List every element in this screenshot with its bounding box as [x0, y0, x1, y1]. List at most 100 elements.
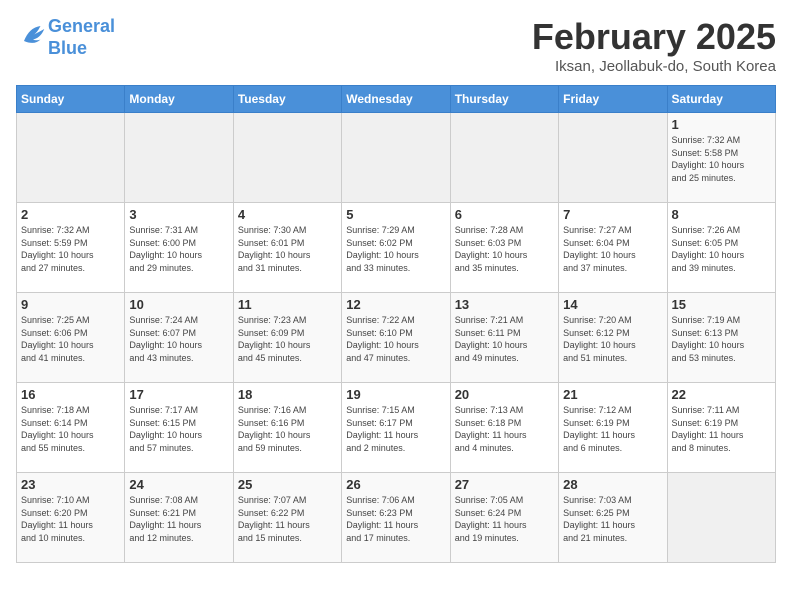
day-cell: 28 Sunrise: 7:03 AM Sunset: 6:25 PM Dayli… — [559, 473, 667, 563]
weekday-header-thursday: Thursday — [450, 86, 558, 113]
day-number: 14 — [563, 297, 662, 312]
day-number: 12 — [346, 297, 445, 312]
weekday-header-monday: Monday — [125, 86, 233, 113]
weekday-header-row: SundayMondayTuesdayWednesdayThursdayFrid… — [17, 86, 776, 113]
day-number: 9 — [21, 297, 120, 312]
day-info: Sunrise: 7:25 AM Sunset: 6:06 PM Dayligh… — [21, 314, 120, 364]
logo-icon — [18, 20, 48, 50]
calendar-table: SundayMondayTuesdayWednesdayThursdayFrid… — [16, 85, 776, 563]
day-cell — [667, 473, 775, 563]
day-cell: 3Sunrise: 7:31 AM Sunset: 6:00 PM Daylig… — [125, 203, 233, 293]
day-number: 8 — [672, 207, 771, 222]
logo-line1: General — [48, 16, 115, 36]
day-number: 25 — [238, 477, 337, 492]
day-number: 17 — [129, 387, 228, 402]
day-info: Sunrise: 7:11 AM Sunset: 6:19 PM Dayligh… — [672, 404, 771, 454]
day-number: 15 — [672, 297, 771, 312]
day-number: 19 — [346, 387, 445, 402]
day-number: 26 — [346, 477, 445, 492]
day-cell: 23 Sunrise: 7:10 AM Sunset: 6:20 PM Dayli… — [17, 473, 125, 563]
day-info: Sunrise: 7:16 AM Sunset: 6:16 PM Dayligh… — [238, 404, 337, 454]
day-info: Sunrise: 7:32 AM Sunset: 5:59 PM Dayligh… — [21, 224, 120, 274]
weekday-header-tuesday: Tuesday — [233, 86, 341, 113]
day-info: Sunrise: 7:28 AM Sunset: 6:03 PM Dayligh… — [455, 224, 554, 274]
page-header: General Blue February 2025 Iksan, Jeolla… — [16, 16, 776, 75]
title-area: February 2025 Iksan, Jeollabuk-do, South… — [532, 16, 776, 75]
location: Iksan, Jeollabuk-do, South Korea — [532, 58, 776, 75]
day-cell: 24 Sunrise: 7:08 AM Sunset: 6:21 PM Dayli… — [125, 473, 233, 563]
day-cell: 26Sunrise: 7:06 AM Sunset: 6:23 PM Dayli… — [342, 473, 450, 563]
day-cell: 22Sunrise: 7:11 AM Sunset: 6:19 PM Dayli… — [667, 383, 775, 473]
day-cell: 4 Sunrise: 7:30 AM Sunset: 6:01 PM Daylig… — [233, 203, 341, 293]
day-cell — [17, 113, 125, 203]
day-info: Sunrise: 7:21 AM Sunset: 6:11 PM Dayligh… — [455, 314, 554, 364]
day-cell: 18 Sunrise: 7:16 AM Sunset: 6:16 PM Dayli… — [233, 383, 341, 473]
day-cell: 21 Sunrise: 7:12 AM Sunset: 6:19 PM Dayli… — [559, 383, 667, 473]
day-info: Sunrise: 7:13 AM Sunset: 6:18 PM Dayligh… — [455, 404, 554, 454]
day-number: 10 — [129, 297, 228, 312]
day-info: Sunrise: 7:15 AM Sunset: 6:17 PM Dayligh… — [346, 404, 445, 454]
day-cell: 10 Sunrise: 7:24 AM Sunset: 6:07 PM Dayli… — [125, 293, 233, 383]
week-row-1: 2 Sunrise: 7:32 AM Sunset: 5:59 PM Daylig… — [17, 203, 776, 293]
day-info: Sunrise: 7:07 AM Sunset: 6:22 PM Dayligh… — [238, 494, 337, 544]
day-cell — [559, 113, 667, 203]
weekday-header-wednesday: Wednesday — [342, 86, 450, 113]
day-cell: 13Sunrise: 7:21 AM Sunset: 6:11 PM Dayli… — [450, 293, 558, 383]
day-number: 3 — [129, 207, 228, 222]
day-number: 28 — [563, 477, 662, 492]
day-cell — [233, 113, 341, 203]
day-info: Sunrise: 7:23 AM Sunset: 6:09 PM Dayligh… — [238, 314, 337, 364]
day-cell: 1 Sunrise: 7:32 AM Sunset: 5:58 PM Daylig… — [667, 113, 775, 203]
weekday-header-saturday: Saturday — [667, 86, 775, 113]
day-cell: 7 Sunrise: 7:27 AM Sunset: 6:04 PM Daylig… — [559, 203, 667, 293]
day-cell: 9 Sunrise: 7:25 AM Sunset: 6:06 PM Daylig… — [17, 293, 125, 383]
week-row-2: 9 Sunrise: 7:25 AM Sunset: 6:06 PM Daylig… — [17, 293, 776, 383]
day-info: Sunrise: 7:10 AM Sunset: 6:20 PM Dayligh… — [21, 494, 120, 544]
day-info: Sunrise: 7:05 AM Sunset: 6:24 PM Dayligh… — [455, 494, 554, 544]
day-info: Sunrise: 7:29 AM Sunset: 6:02 PM Dayligh… — [346, 224, 445, 274]
day-cell: 11 Sunrise: 7:23 AM Sunset: 6:09 PM Dayli… — [233, 293, 341, 383]
day-number: 1 — [672, 117, 771, 132]
day-number: 27 — [455, 477, 554, 492]
logo-line2: Blue — [48, 38, 87, 58]
day-number: 24 — [129, 477, 228, 492]
day-cell: 15 Sunrise: 7:19 AM Sunset: 6:13 PM Dayli… — [667, 293, 775, 383]
day-number: 4 — [238, 207, 337, 222]
day-info: Sunrise: 7:08 AM Sunset: 6:21 PM Dayligh… — [129, 494, 228, 544]
logo-text: General Blue — [48, 16, 115, 59]
day-number: 23 — [21, 477, 120, 492]
day-info: Sunrise: 7:17 AM Sunset: 6:15 PM Dayligh… — [129, 404, 228, 454]
day-cell — [450, 113, 558, 203]
day-cell: 8 Sunrise: 7:26 AM Sunset: 6:05 PM Daylig… — [667, 203, 775, 293]
day-info: Sunrise: 7:20 AM Sunset: 6:12 PM Dayligh… — [563, 314, 662, 364]
day-cell: 20Sunrise: 7:13 AM Sunset: 6:18 PM Dayli… — [450, 383, 558, 473]
day-info: Sunrise: 7:27 AM Sunset: 6:04 PM Dayligh… — [563, 224, 662, 274]
day-info: Sunrise: 7:32 AM Sunset: 5:58 PM Dayligh… — [672, 134, 771, 184]
day-cell: 12 Sunrise: 7:22 AM Sunset: 6:10 PM Dayli… — [342, 293, 450, 383]
day-info: Sunrise: 7:22 AM Sunset: 6:10 PM Dayligh… — [346, 314, 445, 364]
day-number: 18 — [238, 387, 337, 402]
day-info: Sunrise: 7:24 AM Sunset: 6:07 PM Dayligh… — [129, 314, 228, 364]
day-cell: 19 Sunrise: 7:15 AM Sunset: 6:17 PM Dayli… — [342, 383, 450, 473]
day-cell: 14 Sunrise: 7:20 AM Sunset: 6:12 PM Dayli… — [559, 293, 667, 383]
day-info: Sunrise: 7:18 AM Sunset: 6:14 PM Dayligh… — [21, 404, 120, 454]
day-info: Sunrise: 7:30 AM Sunset: 6:01 PM Dayligh… — [238, 224, 337, 274]
day-number: 21 — [563, 387, 662, 402]
day-info: Sunrise: 7:19 AM Sunset: 6:13 PM Dayligh… — [672, 314, 771, 364]
month-title: February 2025 — [532, 16, 776, 58]
day-cell: 27 Sunrise: 7:05 AM Sunset: 6:24 PM Dayli… — [450, 473, 558, 563]
day-number: 7 — [563, 207, 662, 222]
weekday-header-sunday: Sunday — [17, 86, 125, 113]
day-cell: 17 Sunrise: 7:17 AM Sunset: 6:15 PM Dayli… — [125, 383, 233, 473]
day-info: Sunrise: 7:03 AM Sunset: 6:25 PM Dayligh… — [563, 494, 662, 544]
day-cell: 6 Sunrise: 7:28 AM Sunset: 6:03 PM Daylig… — [450, 203, 558, 293]
day-cell: 25 Sunrise: 7:07 AM Sunset: 6:22 PM Dayli… — [233, 473, 341, 563]
day-number: 11 — [238, 297, 337, 312]
day-info: Sunrise: 7:12 AM Sunset: 6:19 PM Dayligh… — [563, 404, 662, 454]
day-number: 2 — [21, 207, 120, 222]
day-info: Sunrise: 7:26 AM Sunset: 6:05 PM Dayligh… — [672, 224, 771, 274]
day-number: 6 — [455, 207, 554, 222]
day-cell: 5Sunrise: 7:29 AM Sunset: 6:02 PM Daylig… — [342, 203, 450, 293]
weekday-header-friday: Friday — [559, 86, 667, 113]
week-row-3: 16Sunrise: 7:18 AM Sunset: 6:14 PM Dayli… — [17, 383, 776, 473]
